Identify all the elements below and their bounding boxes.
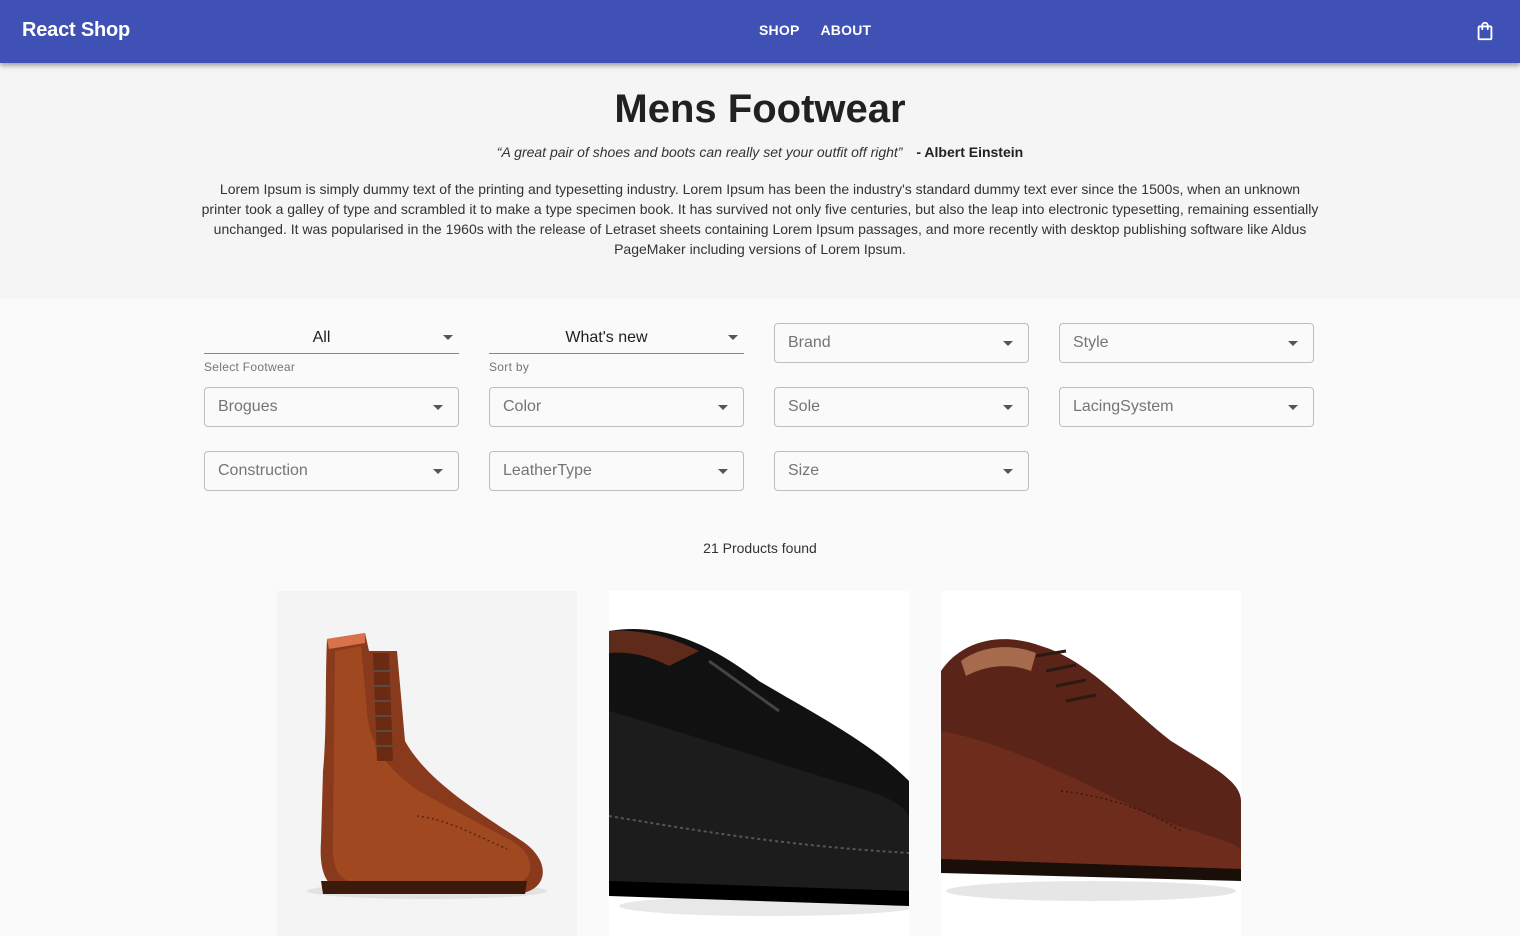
sort-by-select[interactable]: What's new Sort by [489, 322, 744, 374]
dropdown-arrow-icon [718, 405, 728, 410]
brand-logo[interactable]: React Shop [22, 19, 130, 42]
leather-type-select-label: LeatherType [503, 462, 592, 479]
dropdown-arrow-icon [433, 469, 443, 474]
product-card[interactable] [277, 591, 577, 936]
brand-select-label: Brand [788, 334, 831, 351]
color-select-label: Color [503, 398, 542, 415]
dropdown-arrow-icon [433, 405, 443, 410]
style-select-label: Style [1073, 334, 1109, 351]
product-card[interactable] [941, 591, 1241, 936]
sort-by-helper: Sort by [489, 360, 530, 374]
black-brogue-shoe-image [609, 629, 909, 916]
dropdown-arrow-icon [728, 335, 738, 340]
main-nav: SHOP ABOUT [759, 22, 871, 38]
shopping-bag-icon[interactable] [1474, 20, 1496, 42]
nav-shop[interactable]: SHOP [759, 22, 799, 38]
category-description: Lorem Ipsum is simply dummy text of the … [201, 181, 1319, 257]
quote-line: “A great pair of shoes and boots can rea… [0, 144, 1520, 160]
select-footwear-helper: Select Footwear [204, 360, 296, 374]
dropdown-arrow-icon [443, 335, 453, 340]
sole-select-label: Sole [788, 398, 821, 415]
product-card[interactable] [609, 591, 909, 936]
brogues-select-label: Brogues [218, 398, 278, 415]
dropdown-arrow-icon [1288, 405, 1298, 410]
quote-author: - Albert Einstein [916, 144, 1024, 160]
quote-text: “A great pair of shoes and boots can rea… [496, 144, 903, 160]
leather-type-select[interactable]: LeatherType [489, 451, 744, 491]
size-select-label: Size [788, 462, 820, 479]
brand-select[interactable]: Brand [774, 323, 1029, 363]
sort-by-value-box[interactable]: What's new [489, 322, 744, 354]
app-bar: React Shop SHOP ABOUT [0, 0, 1520, 63]
color-select[interactable]: Color [489, 387, 744, 427]
page-title: Mens Footwear [614, 87, 906, 131]
dropdown-arrow-icon [1003, 341, 1013, 346]
sole-select[interactable]: Sole [774, 387, 1029, 427]
select-footwear-value-box[interactable]: All [204, 322, 459, 354]
size-select[interactable]: Size [774, 451, 1029, 491]
select-footwear-value: All [312, 329, 331, 346]
brown-oxford-shoe-image [941, 639, 1241, 901]
lacing-system-select-label: LacingSystem [1073, 398, 1174, 415]
lacing-system-select[interactable]: LacingSystem [1059, 387, 1314, 427]
filter-panel: All Select Footwear What's new Sort by B… [204, 322, 1314, 492]
brogues-select[interactable]: Brogues [204, 387, 459, 427]
select-footwear[interactable]: All Select Footwear [204, 322, 459, 374]
dropdown-arrow-icon [1288, 341, 1298, 346]
nav-about[interactable]: ABOUT [820, 22, 871, 38]
hero-section: Mens Footwear “A great pair of shoes and… [0, 63, 1520, 299]
sort-by-value: What's new [565, 329, 648, 346]
construction-select-label: Construction [218, 462, 308, 479]
dropdown-arrow-icon [718, 469, 728, 474]
dropdown-arrow-icon [1003, 469, 1013, 474]
brogue-boot-image [307, 633, 547, 899]
construction-select[interactable]: Construction [204, 451, 459, 491]
dropdown-arrow-icon [1003, 405, 1013, 410]
style-select[interactable]: Style [1059, 323, 1314, 363]
products-found-count: 21 Products found [703, 540, 817, 556]
